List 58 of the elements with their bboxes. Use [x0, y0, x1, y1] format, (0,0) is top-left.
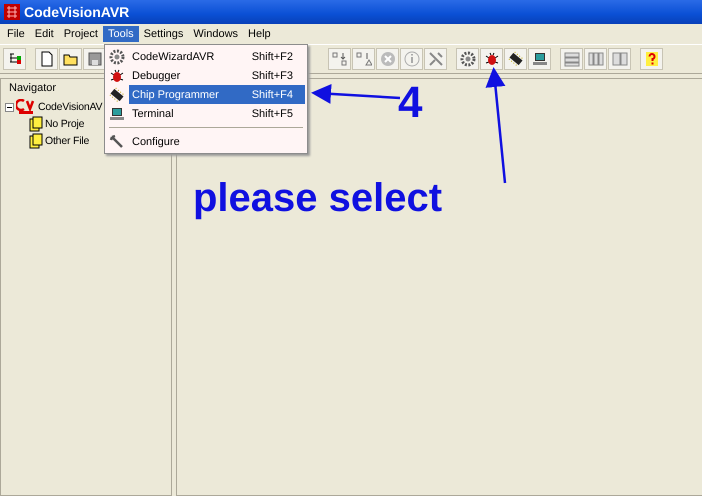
rows-button[interactable]: [560, 48, 583, 70]
collapse-icon[interactable]: [5, 102, 14, 112]
terminal-button[interactable]: [528, 48, 551, 70]
save-button[interactable]: [83, 48, 106, 70]
menu-item[interactable]: Tools: [102, 26, 139, 42]
menu-item[interactable]: Settings: [138, 26, 188, 42]
menu-option[interactable]: Configure: [129, 132, 305, 151]
help-icon: [644, 51, 660, 67]
tree-item[interactable]: Other File: [45, 135, 90, 147]
window-title: CodeVisionAVR: [24, 4, 130, 20]
menu-item[interactable]: Project: [58, 26, 103, 42]
move-down-icon: [332, 51, 348, 67]
rows-icon: [564, 51, 580, 67]
open-folder-button[interactable]: [59, 48, 82, 70]
info-icon: [404, 51, 420, 67]
chip-icon: [508, 51, 524, 67]
document-icon: [29, 133, 43, 149]
app-icon: [4, 4, 20, 20]
save-icon: [86, 51, 102, 67]
bug-button[interactable]: [480, 48, 503, 70]
tools-button[interactable]: [424, 48, 447, 70]
menu-item[interactable]: Windows: [188, 26, 244, 42]
columns-icon: [612, 51, 628, 67]
menu-item[interactable]: Edit: [30, 26, 59, 42]
tree-item[interactable]: CodeVisionAV: [38, 101, 102, 113]
menu-option[interactable]: Terminal Shift+F5: [129, 104, 305, 123]
menu-option[interactable]: CodeWizardAVR Shift+F2: [129, 47, 305, 66]
gear-button[interactable]: [456, 48, 479, 70]
instruction-text: please select: [193, 176, 442, 221]
menu-item[interactable]: File: [2, 26, 30, 42]
bug-icon: [484, 51, 500, 67]
tree-button[interactable]: [3, 48, 26, 70]
menu-item[interactable]: Help: [243, 26, 276, 42]
columns-button[interactable]: [584, 48, 607, 70]
step-number: 4: [398, 78, 422, 128]
move-down-button[interactable]: [328, 48, 351, 70]
gear-icon: [109, 48, 125, 64]
menu-option[interactable]: Debugger Shift+F3: [129, 66, 305, 85]
tools-icon: [428, 51, 444, 67]
wrench-icon: [109, 134, 125, 150]
tree-item[interactable]: No Proje: [45, 118, 84, 130]
panel-title: Navigator: [8, 81, 58, 96]
columns-icon: [588, 51, 604, 67]
chip-button[interactable]: [504, 48, 527, 70]
new-file-icon: [38, 51, 54, 67]
shapes-button[interactable]: [352, 48, 375, 70]
bug-icon: [109, 68, 125, 84]
terminal-icon: [532, 51, 548, 67]
gear-icon: [460, 51, 476, 67]
document-icon: [29, 116, 43, 132]
avr-logo-icon: [16, 99, 36, 115]
new-file-button[interactable]: [35, 48, 58, 70]
menu-option[interactable]: Chip Programmer Shift+F4: [129, 85, 305, 104]
terminal-icon: [109, 106, 125, 122]
stop-icon: [380, 51, 396, 67]
help-button[interactable]: [640, 48, 663, 70]
shapes-icon: [356, 51, 372, 67]
columns-button[interactable]: [608, 48, 631, 70]
